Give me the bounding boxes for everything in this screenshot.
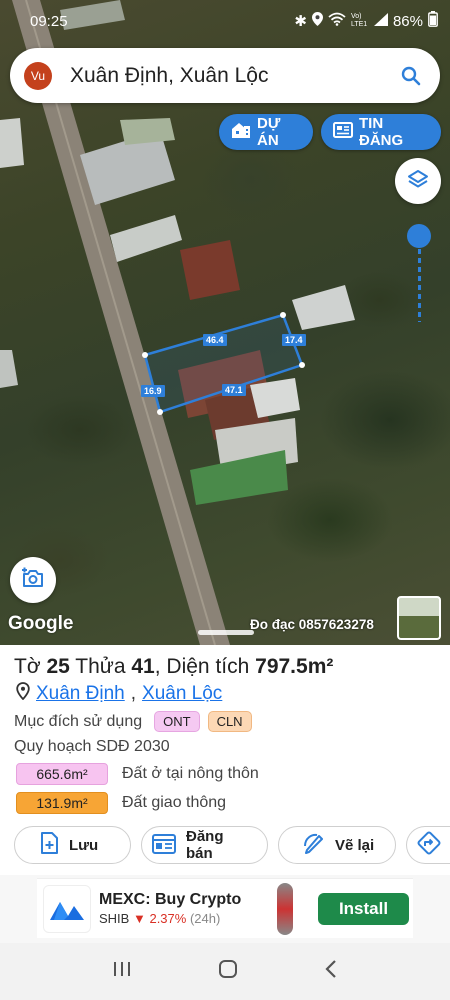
add-document-icon [39, 832, 59, 858]
status-bar: 09:25 ✱ Vo) LTE1 86% [0, 0, 450, 44]
home-icon[interactable] [217, 958, 239, 985]
planning-area: 131.9m² [16, 792, 108, 814]
down-triangle-icon: ▼ [132, 911, 146, 926]
parcel-location: Xuân Định, Xuân Lộc [16, 682, 222, 706]
layers-button[interactable] [395, 158, 441, 204]
calendar-icon [152, 832, 176, 858]
land-use-purpose: Mục đích sử dụng ONT CLN [14, 711, 252, 732]
status-time: 09:25 [30, 13, 68, 30]
planning-label: Đất ở tại nông thôn [122, 765, 259, 782]
location-icon [311, 12, 323, 30]
redraw-label: Vẽ lại [335, 836, 375, 854]
post-for-sale-label: Đăng bán [186, 828, 224, 862]
directions-icon [417, 831, 441, 859]
street-view-thumbnail[interactable] [397, 596, 441, 640]
ad-period: (24h) [189, 911, 221, 926]
opacity-slider-knob[interactable] [407, 224, 431, 248]
edge-length-label: 46.4 [203, 334, 227, 346]
edge-length-label: 17.4 [282, 334, 306, 346]
parcel-title: Tờ 25 Thửa 41, Diện tích 797.5m² [14, 655, 334, 678]
purpose-badge: ONT [154, 711, 200, 732]
newspaper-icon [333, 122, 353, 142]
ad-subtitle: SHIB ▼ 2.37% (24h) [99, 911, 241, 926]
camera-icon [21, 566, 45, 595]
ad-title: MEXC: Buy Crypto [99, 891, 242, 908]
area-value: 797.5m² [255, 655, 334, 678]
edge-length-label: 16.9 [141, 385, 165, 397]
area-label: Diện tích [166, 655, 250, 678]
search-icon[interactable] [396, 61, 426, 91]
ad-artwork [277, 883, 293, 935]
listings-label: TIN ĐĂNG [359, 115, 404, 149]
sheet-number-label: Tờ [14, 655, 41, 678]
purpose-badge: CLN [207, 711, 252, 732]
planning-area: 665.6m² [16, 763, 108, 785]
save-button[interactable]: Lưu [14, 826, 131, 864]
recent-apps-icon[interactable] [112, 960, 132, 983]
parcel-number: 41 [131, 655, 155, 678]
signal-icon [373, 12, 388, 30]
satellite-map[interactable]: 46.4 17.4 16.9 47.1 09:25 ✱ Vo) LTE1 86%… [0, 0, 450, 645]
building-icon [231, 121, 251, 143]
directions-button[interactable] [406, 826, 450, 864]
save-label: Lưu [69, 836, 99, 854]
sheet-number: 25 [46, 655, 70, 678]
layers-icon [407, 168, 429, 195]
mexc-logo-icon [43, 884, 91, 933]
google-logo: Google [8, 613, 74, 634]
district-link[interactable]: Xuân Lộc [142, 683, 222, 705]
avatar[interactable]: Vu [24, 61, 52, 90]
planning-row: 665.6m² Đất ở tại nông thôn [16, 763, 259, 785]
ad-banner[interactable]: MEXC: Buy Crypto SHIB ▼ 2.37% (24h) Inst… [37, 878, 413, 938]
parcel-number-label: Thửa [75, 655, 126, 678]
bluetooth-icon: ✱ [294, 13, 307, 30]
battery-level: 86% [392, 12, 423, 30]
projects-label: DỰ ÁN [257, 115, 281, 149]
search-query[interactable]: Xuân Định, Xuân Lộc [70, 64, 396, 88]
commune-link[interactable]: Xuân Định [36, 683, 125, 705]
parcel-info-sheet: Tờ 25 Thửa 41, Diện tích 797.5m² Xuân Đị… [0, 645, 450, 875]
ad-ticker: SHIB [99, 911, 130, 926]
wifi-icon [328, 12, 346, 30]
planning-label: Đất giao thông [122, 794, 227, 811]
edge-length-label: 47.1 [222, 384, 246, 396]
location-separator: , [130, 683, 137, 704]
planning-title: Quy hoạch SDĐ 2030 [14, 738, 170, 755]
ad-change: 2.37% [149, 911, 187, 926]
listings-button[interactable]: TIN ĐĂNG [321, 114, 441, 150]
purpose-label: Mục đích sử dụng [14, 712, 143, 730]
install-button[interactable]: Install [318, 893, 409, 925]
network-label: Vo) LTE1 [350, 13, 368, 28]
survey-contact[interactable]: Đo đạc 0857623278 [250, 617, 374, 632]
draw-icon [303, 832, 325, 858]
redraw-button[interactable]: Vẽ lại [278, 826, 396, 864]
action-row: Lưu Đăng bán Vẽ lại [14, 826, 450, 864]
system-nav-bar [0, 943, 450, 1000]
battery-icon [428, 11, 438, 31]
search-bar[interactable]: Vu Xuân Định, Xuân Lộc [10, 48, 440, 103]
opacity-slider-track[interactable] [418, 240, 421, 322]
back-icon[interactable] [324, 959, 338, 984]
location-pin-icon [16, 682, 30, 706]
post-for-sale-button[interactable]: Đăng bán [141, 826, 268, 864]
projects-button[interactable]: DỰ ÁN [219, 114, 313, 150]
planning-row: 131.9m² Đất giao thông [16, 792, 226, 814]
camera-button[interactable] [10, 557, 56, 603]
sheet-drag-handle[interactable] [198, 630, 254, 635]
